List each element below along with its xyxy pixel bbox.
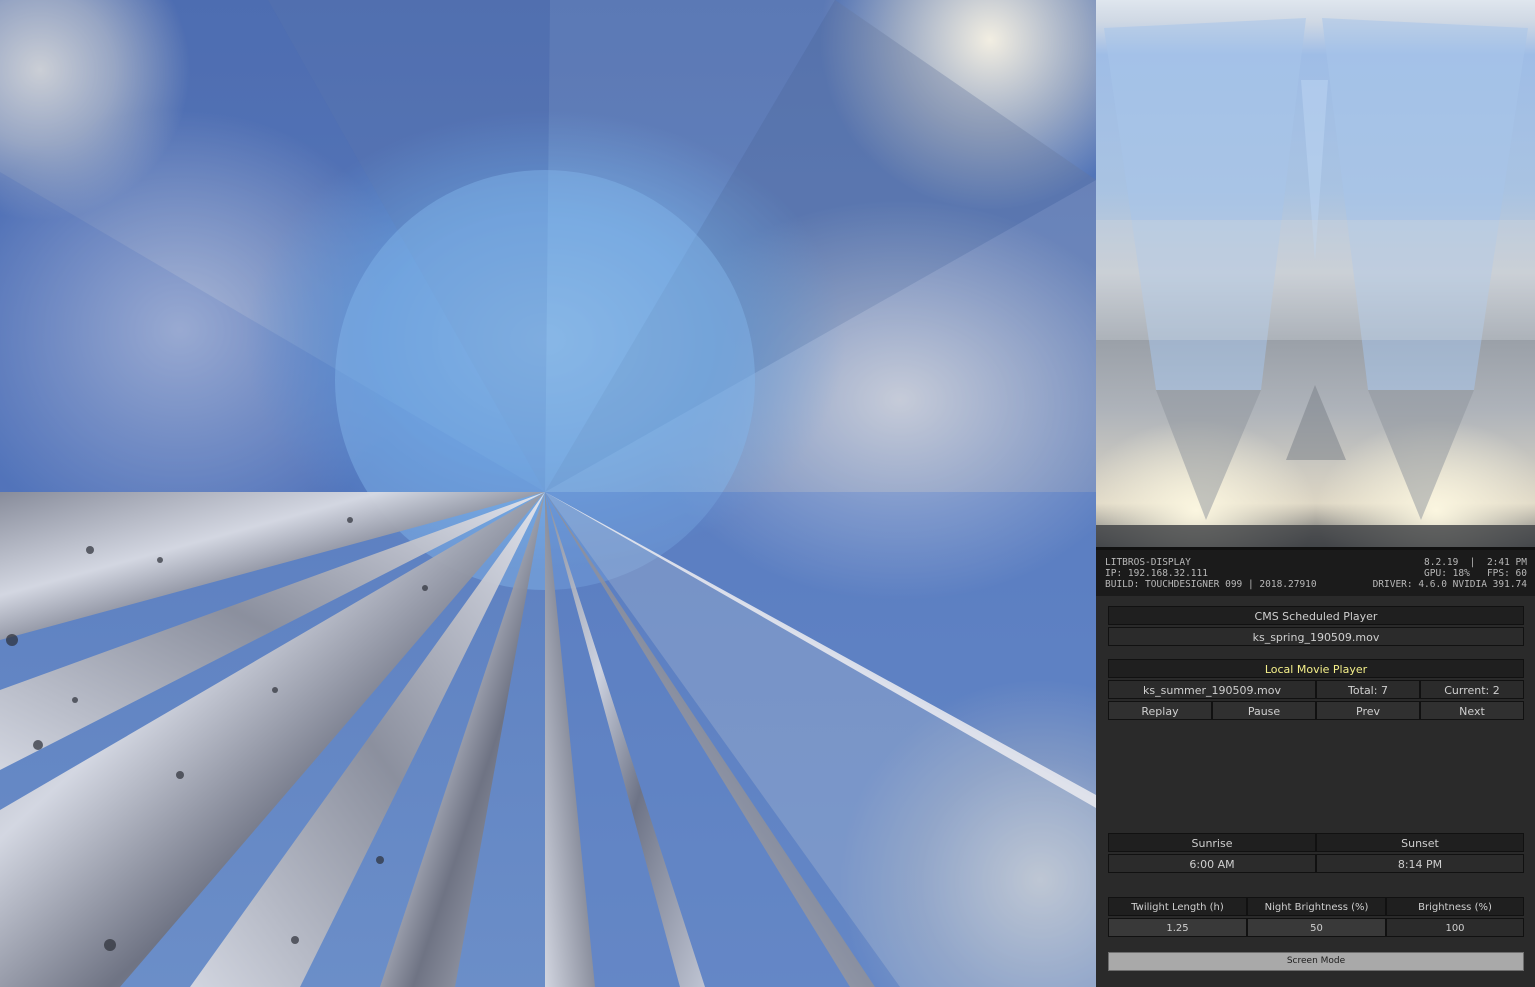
twilight-length-field[interactable]: 1.25	[1108, 918, 1247, 937]
cms-player-title: CMS Scheduled Player	[1108, 606, 1524, 625]
ip-address: IP: 192.168.32.111	[1105, 568, 1208, 579]
twilight-length-label: Twilight Length (h)	[1108, 897, 1247, 916]
replay-button[interactable]: Replay	[1108, 701, 1212, 720]
kaleidoscope-main-output	[0, 0, 1096, 987]
gpu-fps: GPU: 18% FPS: 60	[1424, 568, 1527, 579]
local-player-file: ks_summer_190509.mov	[1108, 680, 1316, 699]
local-player-total: Total: 7	[1316, 680, 1420, 699]
control-panel: LITBROS-DISPLAY IP: 192.168.32.111 BUILD…	[1096, 547, 1535, 987]
date-time: 8.2.19 | 2:41 PM	[1424, 557, 1527, 568]
sunset-label: Sunset	[1316, 833, 1524, 852]
system-info-bar: LITBROS-DISPLAY IP: 192.168.32.111 BUILD…	[1096, 550, 1535, 596]
sunset-value: 8:14 PM	[1316, 854, 1524, 873]
next-button[interactable]: Next	[1420, 701, 1524, 720]
mirrored-preview-output	[1096, 0, 1535, 547]
screen-mode-button[interactable]: Screen Mode	[1108, 952, 1524, 971]
pause-button[interactable]: Pause	[1212, 701, 1316, 720]
preview-segments	[1096, 18, 1535, 547]
kaleidoscope-segments	[0, 0, 1096, 987]
local-player-title: Local Movie Player	[1108, 659, 1524, 678]
night-brightness-label: Night Brightness (%)	[1247, 897, 1386, 916]
driver-info: DRIVER: 4.6.0 NVIDIA 391.74	[1372, 579, 1527, 590]
local-player-current: Current: 2	[1420, 680, 1524, 699]
build-info: BUILD: TOUCHDESIGNER 099 | 2018.27910	[1105, 579, 1317, 590]
sunrise-value: 6:00 AM	[1108, 854, 1316, 873]
sunrise-label: Sunrise	[1108, 833, 1316, 852]
prev-button[interactable]: Prev	[1316, 701, 1420, 720]
cms-player-file: ks_spring_190509.mov	[1108, 627, 1524, 646]
brightness-field[interactable]: 100	[1386, 918, 1524, 937]
brightness-label: Brightness (%)	[1386, 897, 1524, 916]
device-name: LITBROS-DISPLAY	[1105, 557, 1191, 568]
night-brightness-field[interactable]: 50	[1247, 918, 1386, 937]
